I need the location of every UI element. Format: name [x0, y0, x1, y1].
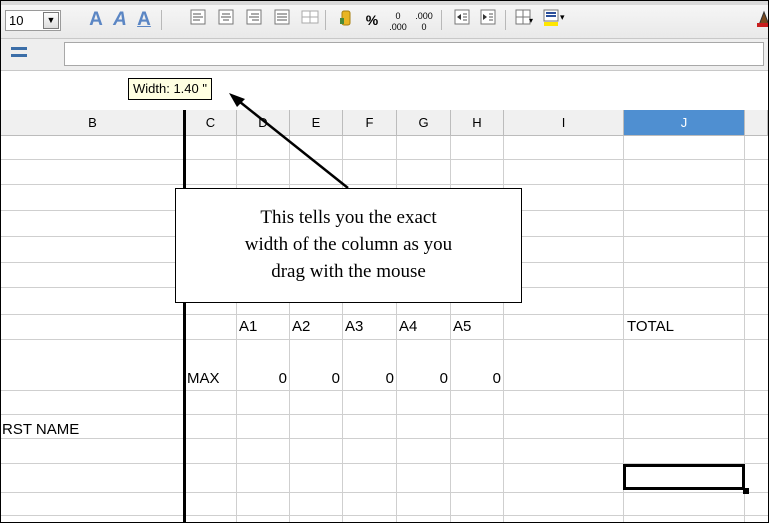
callout-arrow [229, 93, 349, 189]
spreadsheet-window: 10 ▼ A A A % 0.000 .000 0 ▾ ▾ Width: 1.4… [0, 0, 769, 523]
